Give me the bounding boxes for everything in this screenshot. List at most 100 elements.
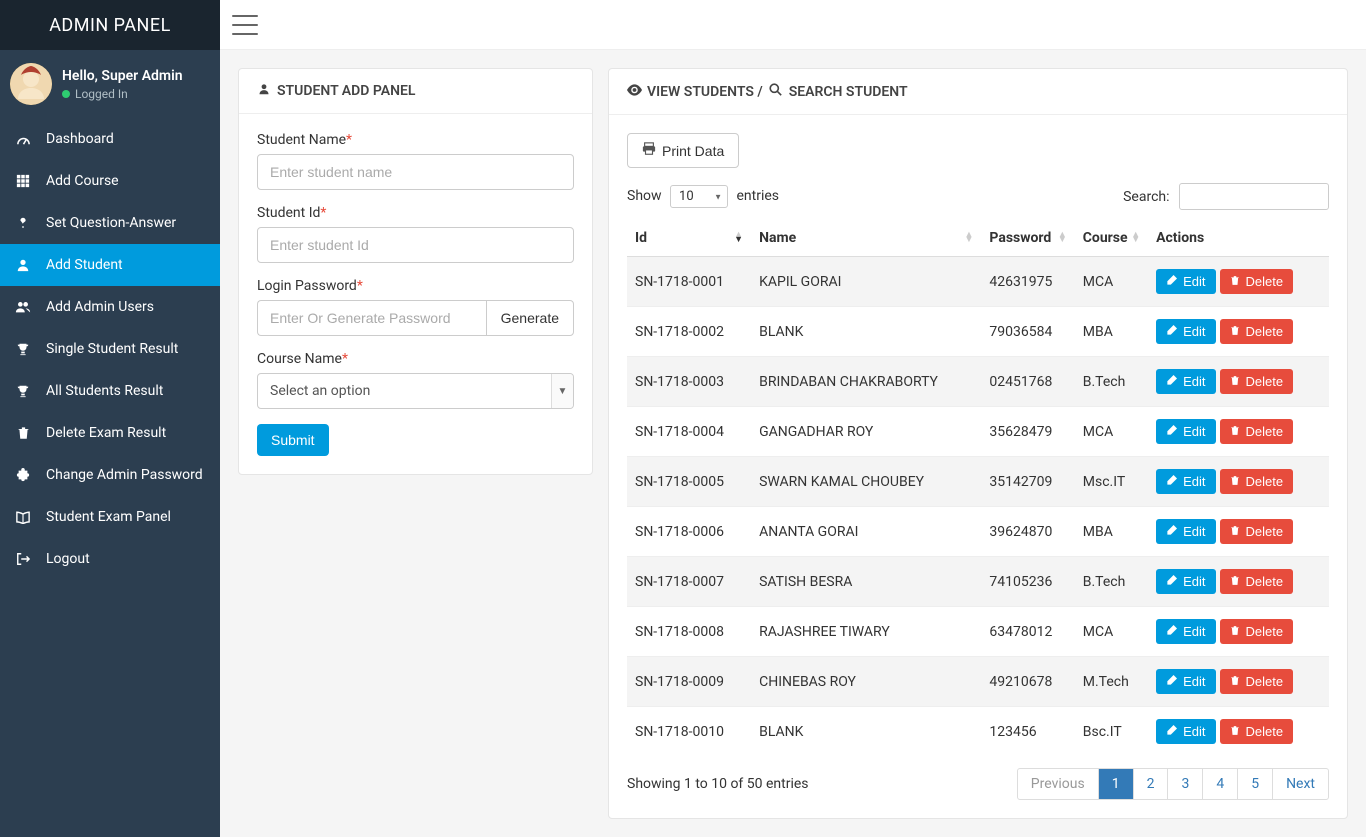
- sidebar-item-label: Add Course: [46, 173, 119, 189]
- table-row: SN-1718-0003BRINDABAN CHAKRABORTY0245176…: [627, 357, 1329, 407]
- sidebar-item-set-question-answer[interactable]: Set Question-Answer: [0, 202, 220, 244]
- delete-button[interactable]: Delete: [1220, 669, 1294, 694]
- cell-id: SN-1718-0001: [627, 257, 751, 307]
- student-id-input[interactable]: [257, 227, 574, 263]
- sidebar-item-add-admin-users[interactable]: Add Admin Users: [0, 286, 220, 328]
- delete-button[interactable]: Delete: [1220, 569, 1294, 594]
- edit-button[interactable]: Edit: [1156, 319, 1215, 344]
- user-block: Hello, Super Admin Logged In: [0, 50, 220, 118]
- sidebar-item-label: Dashboard: [46, 131, 114, 147]
- sidebar-item-all-students-result[interactable]: All Students Result: [0, 370, 220, 412]
- col-id[interactable]: Id▲▼: [627, 220, 751, 257]
- grid-icon: [15, 174, 31, 188]
- sidebar-item-change-admin-password[interactable]: Change Admin Password: [0, 454, 220, 496]
- cell-name: SATISH BESRA: [751, 557, 981, 607]
- cell-password: 39624870: [981, 507, 1074, 557]
- cell-name: KAPIL GORAI: [751, 257, 981, 307]
- table-row: SN-1718-0006ANANTA GORAI39624870MBA Edit…: [627, 507, 1329, 557]
- delete-button[interactable]: Delete: [1220, 419, 1294, 444]
- trash-icon: [1230, 624, 1240, 639]
- page-3[interactable]: 3: [1168, 769, 1202, 799]
- col-password[interactable]: Password▲▼: [981, 220, 1074, 257]
- delete-button[interactable]: Delete: [1220, 369, 1294, 394]
- trash-icon: [1230, 674, 1240, 689]
- edit-button[interactable]: Edit: [1156, 719, 1215, 744]
- cell-course: B.Tech: [1075, 557, 1148, 607]
- cell-password: 35628479: [981, 407, 1074, 457]
- student-id-label: Student Id*: [257, 205, 574, 221]
- trophy-icon: [15, 342, 31, 356]
- cell-name: GANGADHAR ROY: [751, 407, 981, 457]
- table-row: SN-1718-0009CHINEBAS ROY49210678M.Tech E…: [627, 657, 1329, 707]
- page-5[interactable]: 5: [1238, 769, 1272, 799]
- pagination: Previous12345Next: [1018, 768, 1329, 800]
- edit-button[interactable]: Edit: [1156, 519, 1215, 544]
- edit-button[interactable]: Edit: [1156, 569, 1215, 594]
- student-name-input[interactable]: [257, 154, 574, 190]
- pencil-icon: [1166, 674, 1177, 689]
- delete-button[interactable]: Delete: [1220, 469, 1294, 494]
- cell-name: BLANK: [751, 307, 981, 357]
- edit-button[interactable]: Edit: [1156, 619, 1215, 644]
- trash-icon: [1230, 574, 1240, 589]
- sidebar-item-logout[interactable]: Logout: [0, 538, 220, 580]
- cell-id: SN-1718-0010: [627, 707, 751, 757]
- login-password-input[interactable]: [257, 300, 486, 336]
- topbar: [220, 0, 1366, 50]
- sidebar: ADMIN PANEL Hello, Super Admin Logged In…: [0, 0, 220, 837]
- cell-id: SN-1718-0007: [627, 557, 751, 607]
- edit-button[interactable]: Edit: [1156, 269, 1215, 294]
- trash-icon: [1230, 324, 1240, 339]
- entries-select[interactable]: 10: [670, 185, 728, 208]
- table-row: SN-1718-0001KAPIL GORAI42631975MCA Edit …: [627, 257, 1329, 307]
- sidebar-item-single-student-result[interactable]: Single Student Result: [0, 328, 220, 370]
- delete-button[interactable]: Delete: [1220, 719, 1294, 744]
- cell-password: 02451768: [981, 357, 1074, 407]
- student-name-label: Student Name*: [257, 132, 574, 148]
- sidebar-item-label: Change Admin Password: [46, 467, 203, 483]
- print-label: Print Data: [662, 143, 724, 159]
- table-row: SN-1718-0007SATISH BESRA74105236B.Tech E…: [627, 557, 1329, 607]
- delete-button[interactable]: Delete: [1220, 269, 1294, 294]
- edit-button[interactable]: Edit: [1156, 369, 1215, 394]
- delete-button[interactable]: Delete: [1220, 319, 1294, 344]
- page-next[interactable]: Next: [1273, 769, 1328, 799]
- col-name[interactable]: Name▲▼: [751, 220, 981, 257]
- menu-toggle-icon[interactable]: [232, 15, 258, 35]
- trash-icon: [1230, 724, 1240, 739]
- page-2[interactable]: 2: [1134, 769, 1168, 799]
- pencil-icon: [1166, 274, 1177, 289]
- cell-course: MCA: [1075, 257, 1148, 307]
- sidebar-item-student-exam-panel[interactable]: Student Exam Panel: [0, 496, 220, 538]
- course-select[interactable]: Select an option: [257, 373, 574, 409]
- student-add-panel: STUDENT ADD PANEL Student Name* Student …: [238, 68, 593, 475]
- search-icon: [769, 83, 783, 100]
- sidebar-item-add-student[interactable]: Add Student: [0, 244, 220, 286]
- page-prev[interactable]: Previous: [1018, 769, 1098, 799]
- search-input[interactable]: [1179, 183, 1329, 210]
- print-button[interactable]: Print Data: [627, 133, 739, 168]
- delete-button[interactable]: Delete: [1220, 619, 1294, 644]
- edit-button[interactable]: Edit: [1156, 419, 1215, 444]
- pencil-icon: [1166, 724, 1177, 739]
- cell-password: 123456: [981, 707, 1074, 757]
- submit-button[interactable]: Submit: [257, 424, 329, 456]
- page-1[interactable]: 1: [1099, 769, 1133, 799]
- generate-button[interactable]: Generate: [486, 300, 574, 336]
- delete-button[interactable]: Delete: [1220, 519, 1294, 544]
- edit-button[interactable]: Edit: [1156, 669, 1215, 694]
- edit-button[interactable]: Edit: [1156, 469, 1215, 494]
- sidebar-item-dashboard[interactable]: Dashboard: [0, 118, 220, 160]
- sidebar-item-label: Set Question-Answer: [46, 215, 176, 231]
- col-course[interactable]: Course▲▼: [1075, 220, 1148, 257]
- page-4[interactable]: 4: [1203, 769, 1237, 799]
- search-title: SEARCH STUDENT: [789, 84, 908, 100]
- book-icon: [15, 511, 31, 524]
- user-status-text: Logged In: [75, 87, 128, 101]
- sidebar-item-delete-exam-result[interactable]: Delete Exam Result: [0, 412, 220, 454]
- cell-id: SN-1718-0003: [627, 357, 751, 407]
- sidebar-item-add-course[interactable]: Add Course: [0, 160, 220, 202]
- trash-icon: [1230, 474, 1240, 489]
- pencil-icon: [1166, 474, 1177, 489]
- view-title: VIEW STUDENTS /: [647, 84, 763, 100]
